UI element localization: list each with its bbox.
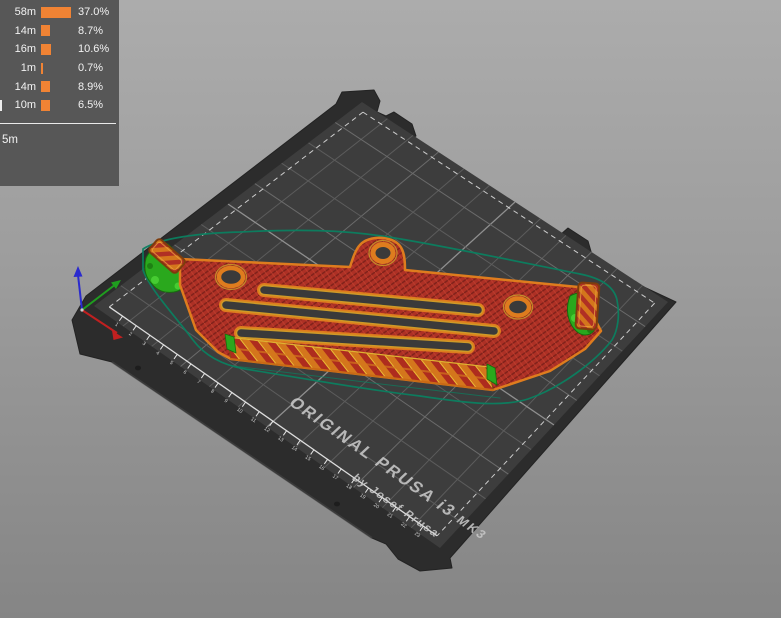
- legend-row: 14m 8.9%: [0, 77, 119, 96]
- feature-time-label: 14m: [14, 80, 36, 93]
- feature-percent-label: 8.7%: [78, 24, 104, 37]
- feature-usage-bar: [41, 62, 43, 74]
- feature-percent-label: 6.5%: [78, 99, 104, 112]
- legend-total-time: 5m: [2, 133, 18, 146]
- legend-row: 16m 10.6%: [0, 40, 119, 59]
- legend-rows: 58m 37.0% 14m 8.7% 16m 10.6% 1m 0.7% 14m 8.9% 10m 6…: [0, 3, 119, 115]
- feature-percent-label: 0.7%: [78, 62, 104, 75]
- part-tab-hole: [370, 242, 396, 264]
- feature-time-label: 16m: [14, 43, 36, 56]
- origin-point: [80, 308, 84, 312]
- feature-percent-label: 10.6%: [78, 43, 110, 56]
- feature-percent-label: 37.0%: [78, 6, 110, 19]
- feature-time-label: 14m: [14, 24, 36, 37]
- bed-screw-hole: [135, 365, 141, 371]
- feature-usage-bar: [41, 81, 50, 93]
- bed-screw-hole: [334, 501, 340, 507]
- feature-usage-bar: [41, 99, 50, 111]
- part-hole: [504, 296, 532, 318]
- support-material: [151, 276, 159, 284]
- feature-usage-bar: [41, 25, 50, 37]
- support-material: [147, 263, 153, 269]
- part-pillar-right: [574, 281, 601, 331]
- feature-time-label: 58m: [14, 6, 36, 19]
- clipped-swatch-mark: [0, 99, 2, 111]
- feature-time-label: 10m: [14, 99, 36, 112]
- legend-row: 10m 6.5%: [0, 96, 119, 115]
- feature-percent-label: 8.9%: [78, 80, 104, 93]
- legend-divider: [0, 122, 116, 124]
- feature-usage-bar: [41, 6, 71, 18]
- legend-row: 58m 37.0%: [0, 3, 119, 22]
- part-hole: [216, 265, 246, 289]
- feature-usage-bar: [41, 43, 51, 55]
- legend-row: 14m 8.7%: [0, 22, 119, 41]
- slicer-preview-window: 1 2 3 4 5 6 7 8 9 10 11 12 13 14 15 16 17 18 19 20 21 22 23 OR…: [0, 0, 781, 618]
- legend-row: 1m 0.7%: [0, 59, 119, 78]
- feature-time-label: 1m: [20, 62, 36, 75]
- legend-panel: 58m 37.0% 14m 8.7% 16m 10.6% 1m 0.7% 14m 8.9% 10m 6…: [0, 0, 119, 186]
